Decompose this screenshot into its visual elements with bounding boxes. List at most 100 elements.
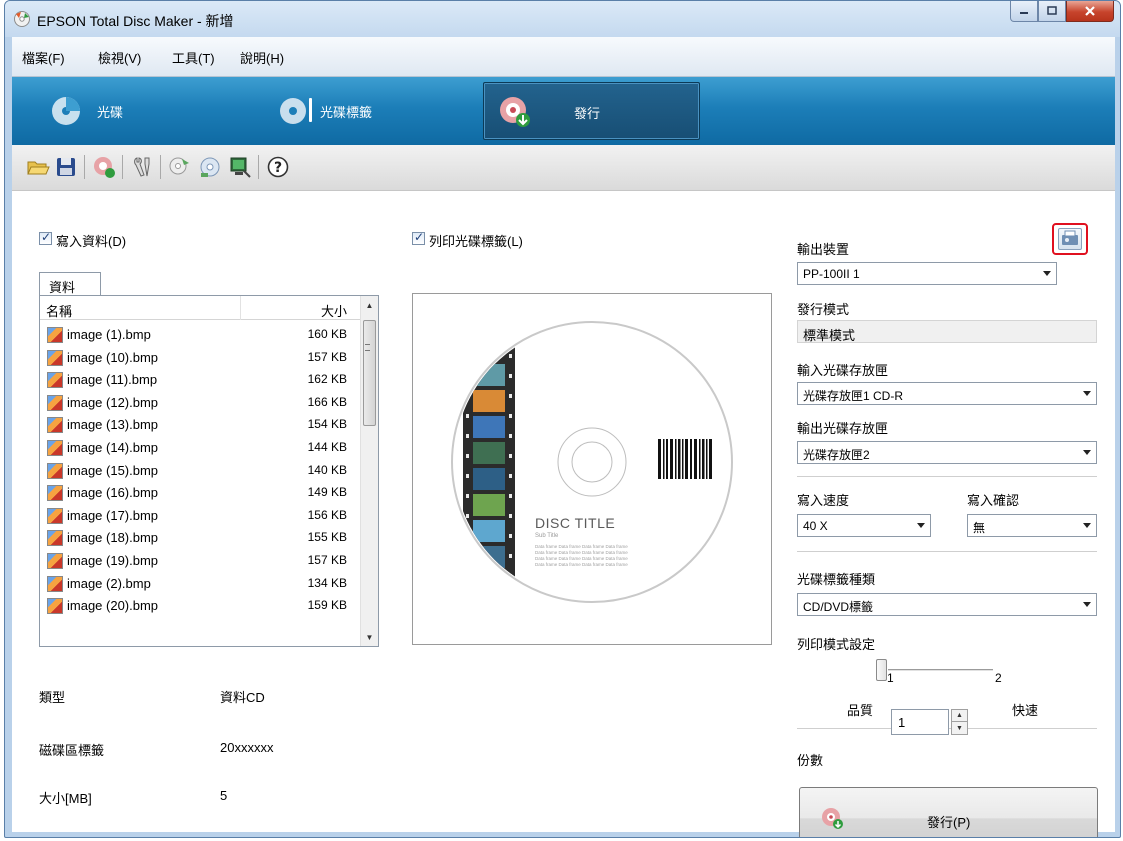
print-mode-slider-track[interactable]	[888, 669, 993, 672]
info-size-value: 5	[220, 788, 228, 803]
info-type-value: 資料CD	[220, 690, 265, 705]
copies-spinner[interactable]: ▲ ▼	[951, 709, 968, 735]
publish-mode-label: 發行模式	[797, 302, 850, 317]
write-verify-value: 無	[973, 521, 986, 535]
app-window: EPSON Total Disc Maker - 新增 檔案(F) 檢視(V) …	[4, 0, 1121, 838]
bitmap-file-icon	[47, 507, 63, 524]
file-name: image (19).bmp	[67, 553, 159, 568]
label-type-select[interactable]: CD/DVD標籤	[797, 593, 1097, 616]
chevron-down-icon	[1083, 602, 1091, 607]
menu-help[interactable]: 說明(H)	[240, 48, 284, 67]
toolbar-separator	[122, 155, 123, 179]
mode-publish-button[interactable]: 發行	[483, 82, 700, 140]
disc-data-lines: Data frame Data frame Data frame Data fr…	[535, 544, 628, 568]
bitmap-file-icon	[47, 372, 63, 389]
file-list-item[interactable]: image (18).bmp 155 KB	[40, 527, 361, 549]
input-stacker-select[interactable]: 光碟存放匣1 CD-R	[797, 382, 1097, 405]
output-device-select[interactable]: PP-100II 1	[797, 262, 1057, 285]
file-size: 154 KB	[307, 417, 347, 432]
bitmap-file-icon	[47, 394, 63, 411]
file-list-item[interactable]: image (19).bmp 157 KB	[40, 550, 361, 572]
output-stacker-value: 光碟存放匣2	[803, 448, 870, 462]
file-list-item[interactable]: image (11).bmp 162 KB	[40, 369, 361, 391]
file-list-item[interactable]: image (2).bmp 134 KB	[40, 573, 361, 595]
write-speed-select[interactable]: 40 X	[797, 514, 931, 537]
input-stacker-label: 輸入光碟存放匣	[797, 363, 889, 378]
disc-settings-icon[interactable]	[168, 155, 192, 179]
write-verify-select[interactable]: 無	[967, 514, 1097, 537]
file-name: image (14).bmp	[67, 440, 159, 455]
close-button[interactable]	[1066, 1, 1114, 22]
open-folder-icon[interactable]	[26, 155, 50, 179]
file-list-item[interactable]: image (14).bmp 144 KB	[40, 437, 361, 459]
bitmap-file-icon	[47, 417, 63, 434]
column-divider	[240, 296, 241, 320]
scroll-up-icon[interactable]: ▲	[361, 296, 378, 314]
bitmap-file-icon	[47, 598, 63, 615]
column-name-header[interactable]: 名稱	[46, 301, 72, 320]
maximize-icon	[1047, 6, 1057, 15]
file-list-item[interactable]: image (16).bmp 149 KB	[40, 482, 361, 504]
print-mode-tick-1: 1	[887, 671, 894, 685]
chevron-down-icon	[1083, 391, 1091, 396]
write-data-checkbox[interactable]	[39, 230, 52, 245]
mode-disc-button[interactable]: 光碟	[42, 82, 192, 140]
file-list-item[interactable]: image (17).bmp 156 KB	[40, 505, 361, 527]
monitor-icon[interactable]	[228, 155, 252, 179]
disc-copy-icon[interactable]	[198, 155, 222, 179]
copies-input[interactable]: 1	[891, 709, 949, 735]
file-size: 166 KB	[307, 394, 347, 409]
publish-icon	[822, 808, 843, 829]
tab-data[interactable]: 資料	[39, 272, 101, 295]
file-list-item[interactable]: image (1).bmp 160 KB	[40, 324, 361, 346]
output-stacker-select[interactable]: 光碟存放匣2	[797, 441, 1097, 464]
disc-preview-svg	[451, 321, 733, 603]
file-list-item[interactable]: image (13).bmp 154 KB	[40, 414, 361, 436]
scroll-down-icon[interactable]: ▼	[361, 628, 378, 646]
file-size: 140 KB	[307, 462, 347, 477]
publish-button[interactable]: 發行(P)	[799, 787, 1098, 837]
bitmap-file-icon	[47, 462, 63, 479]
print-mode-speed-label: 快速	[1012, 703, 1039, 718]
toolbar-separator	[160, 155, 161, 179]
file-list[interactable]: 名稱 大小 image (1).bmp 160 KB image (10).bmp 1…	[39, 295, 379, 647]
file-size: 156 KB	[307, 507, 347, 522]
mode-label-button[interactable]: 光碟標籤	[270, 82, 440, 140]
divider	[797, 476, 1097, 477]
print-label-label: 列印光碟標籤(L)	[429, 234, 523, 249]
file-list-item[interactable]: image (12).bmp 166 KB	[40, 392, 361, 414]
spin-down-icon[interactable]: ▼	[952, 722, 967, 734]
maximize-button[interactable]	[1038, 1, 1066, 22]
minimize-button[interactable]	[1010, 1, 1038, 22]
file-list-scrollbar[interactable]: ▲ ▼	[360, 296, 378, 646]
column-size-header[interactable]: 大小	[321, 301, 347, 320]
mode-label-label: 光碟標籤	[320, 105, 373, 120]
info-type-label: 類型	[39, 690, 66, 705]
device-settings-button[interactable]	[1052, 223, 1088, 255]
publish-icon[interactable]	[92, 155, 116, 179]
help-icon[interactable]: ?	[266, 155, 290, 179]
scroll-thumb[interactable]	[363, 320, 376, 426]
spin-up-icon[interactable]: ▲	[952, 710, 967, 722]
chevron-down-icon	[917, 523, 925, 528]
menu-tools[interactable]: 工具(T)	[172, 48, 215, 67]
bitmap-file-icon	[47, 327, 63, 343]
file-list-item[interactable]: image (15).bmp 140 KB	[40, 460, 361, 482]
file-list-item[interactable]: image (20).bmp 159 KB	[40, 595, 361, 617]
publish-icon	[500, 97, 530, 127]
file-size: 144 KB	[307, 440, 347, 454]
file-name: image (10).bmp	[67, 349, 159, 365]
file-name: image (16).bmp	[67, 485, 159, 501]
disc-label-preview: DISC TITLE Sub Title Data frame Data fra…	[412, 293, 772, 645]
menu-file[interactable]: 檔案(F)	[22, 48, 65, 67]
menu-view[interactable]: 檢視(V)	[98, 48, 141, 67]
print-mode-slider-thumb[interactable]	[876, 659, 887, 681]
tools-icon[interactable]	[130, 155, 154, 179]
disc-subtitle: Sub Title	[535, 533, 559, 539]
write-speed-label: 寫入速度	[797, 493, 850, 508]
window-controls	[1010, 1, 1114, 23]
file-list-item[interactable]: image (10).bmp 157 KB	[40, 347, 361, 369]
print-label-checkbox[interactable]	[412, 230, 425, 245]
file-name: image (13).bmp	[67, 417, 159, 433]
save-icon[interactable]	[54, 155, 78, 179]
